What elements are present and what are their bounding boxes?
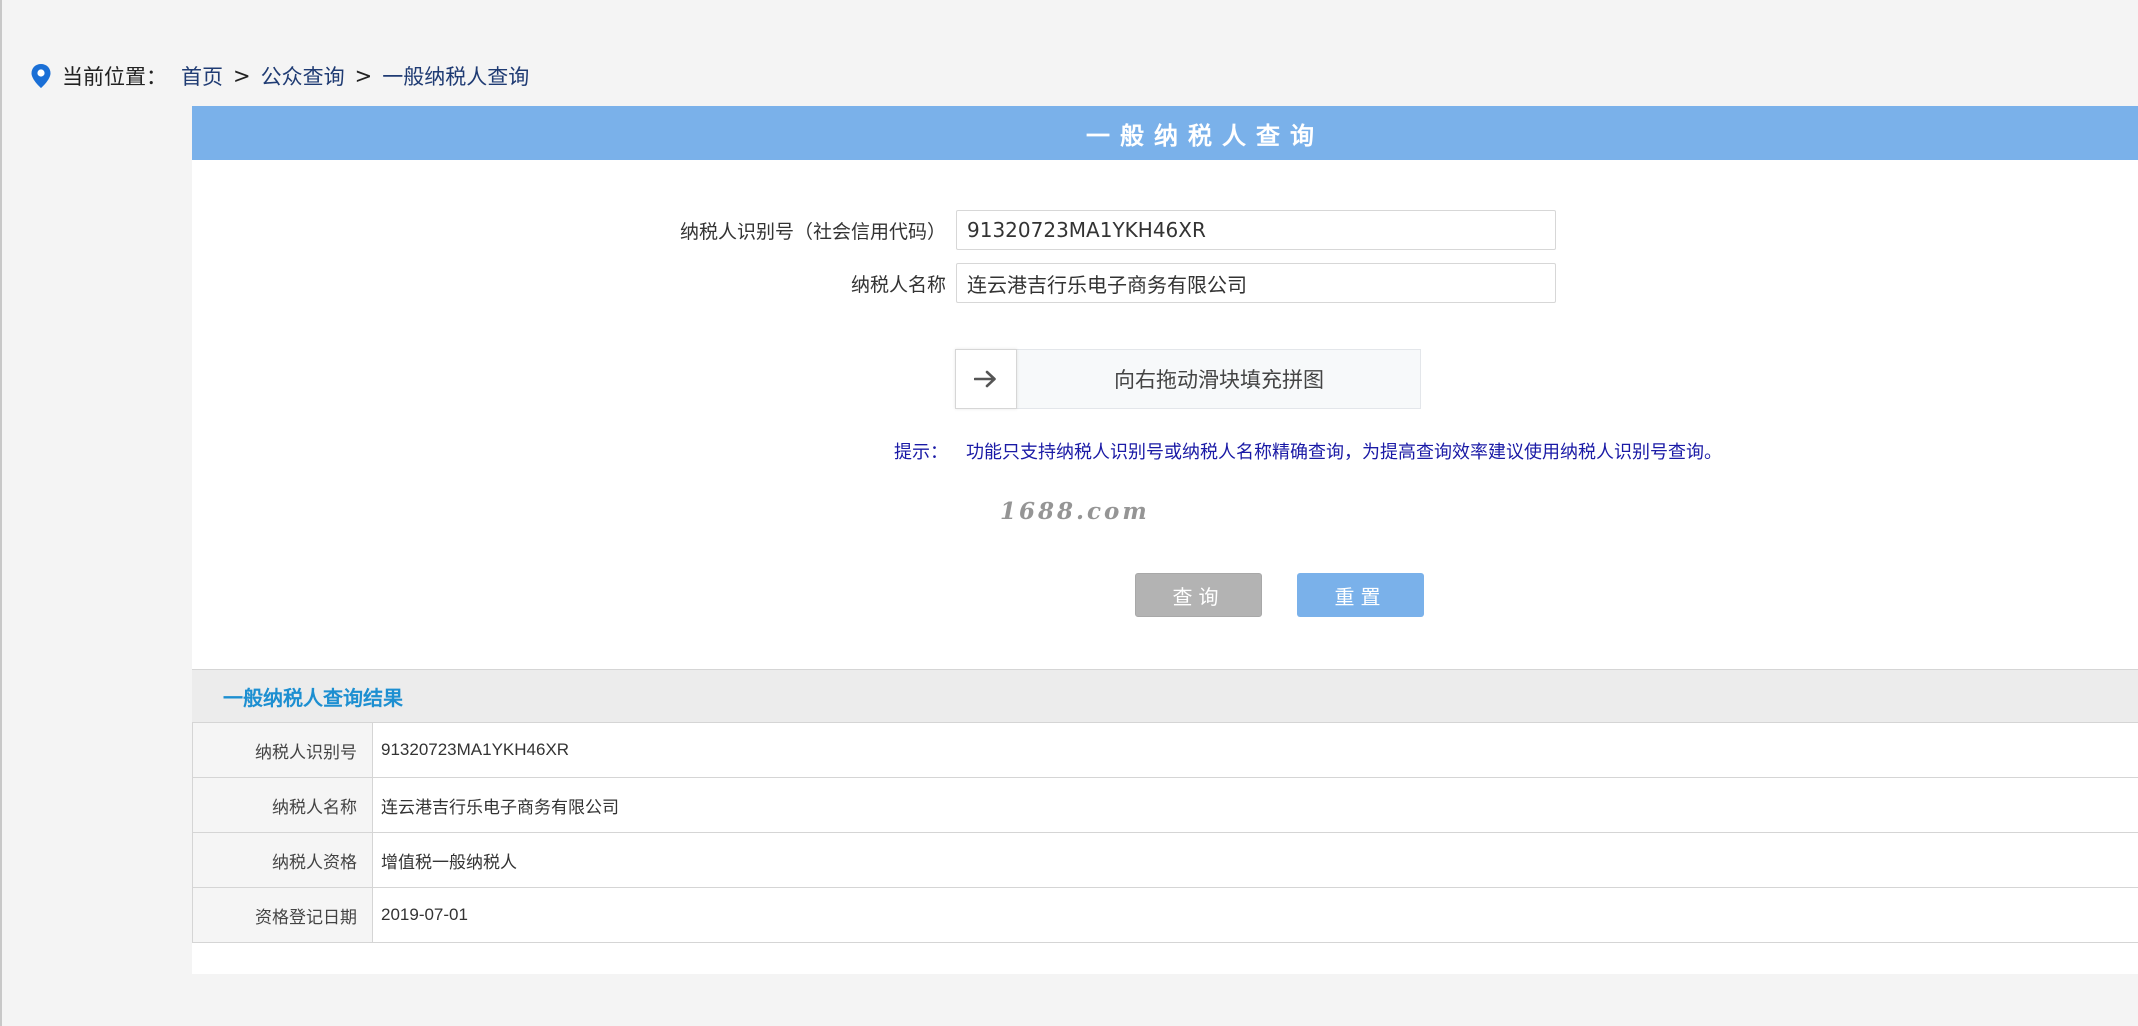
row-value-taxpayer-name: 连云港吉行乐电子商务有限公司	[372, 777, 2138, 833]
slider-text: 向右拖动滑块填充拼图	[1114, 368, 1324, 392]
taxpayer-id-input[interactable]	[956, 210, 1556, 250]
breadcrumb: 当前位置： 首页 > 公众查询 > 一般纳税人查询	[30, 58, 529, 94]
row-key-qualification: 纳税人资格	[192, 832, 373, 888]
row-key-taxpayer-name: 纳税人名称	[192, 777, 373, 833]
table-row: 纳税人识别号 91320723MA1YKH46XR	[192, 723, 2138, 778]
breadcrumb-label: 当前位置：	[62, 65, 167, 89]
breadcrumb-separator: >	[354, 64, 373, 88]
taxpayer-name-label: 纳税人名称	[850, 273, 946, 296]
table-row: 纳税人资格 增值税一般纳税人	[192, 832, 2138, 888]
watermark: 1688.com	[1000, 498, 1150, 525]
slider-handle[interactable]	[955, 349, 1017, 409]
hint: 提示： 功能只支持纳税人识别号或纳税人名称精确查询，为提高查询效率建议使用纳税人…	[894, 438, 1722, 464]
row-value-registration-date: 2019-07-01	[372, 887, 2138, 943]
row-value-taxpayer-id: 91320723MA1YKH46XR	[372, 723, 2138, 778]
result-title: 一般纳税人查询结果	[223, 685, 403, 710]
hint-text: 功能只支持纳税人识别号或纳税人名称精确查询，为提高查询效率建议使用纳税人识别号查…	[966, 442, 1722, 463]
slider-captcha: 向右拖动滑块填充拼图	[955, 349, 1421, 409]
breadcrumb-home-link[interactable]: 首页	[181, 61, 223, 91]
table-row: 纳税人名称 连云港吉行乐电子商务有限公司	[192, 777, 2138, 833]
hint-label: 提示：	[894, 442, 948, 463]
row-key-taxpayer-id: 纳税人识别号	[192, 723, 373, 778]
location-pin-icon	[31, 64, 51, 88]
reset-button[interactable]: 重置	[1297, 573, 1424, 617]
row-key-registration-date: 资格登记日期	[192, 887, 373, 943]
table-row: 资格登记日期 2019-07-01	[192, 887, 2138, 943]
taxpayer-id-row: 纳税人识别号（社会信用代码）	[592, 210, 1556, 250]
taxpayer-name-input[interactable]	[956, 263, 1556, 303]
result-table: 纳税人识别号 91320723MA1YKH46XR 纳税人名称 连云港吉行乐电子…	[192, 723, 2138, 943]
query-button[interactable]: 查询	[1135, 573, 1262, 617]
row-value-qualification: 增值税一般纳税人	[372, 832, 2138, 888]
result-header: 一般纳税人查询结果	[192, 669, 2138, 723]
breadcrumb-separator: >	[233, 64, 251, 88]
arrow-right-icon	[974, 370, 996, 388]
taxpayer-name-row: 纳税人名称	[592, 263, 1556, 303]
breadcrumb-public-query-link[interactable]: 公众查询	[261, 61, 345, 91]
panel-title: 一般纳税人查询	[192, 106, 2138, 160]
window-left-border	[0, 0, 2, 1026]
query-panel: 一般纳税人查询 纳税人识别号（社会信用代码） 纳税人名称 向右拖动滑块填充拼图 …	[192, 106, 2138, 974]
taxpayer-id-label: 纳税人识别号（社会信用代码）	[679, 220, 946, 243]
breadcrumb-current-page[interactable]: 一般纳税人查询	[382, 61, 529, 91]
